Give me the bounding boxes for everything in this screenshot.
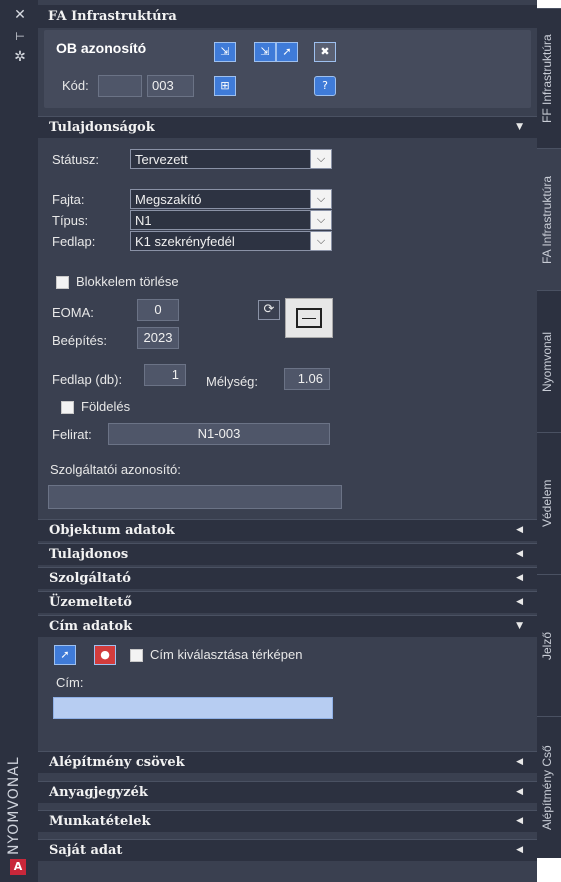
cim-field[interactable] [53, 697, 333, 719]
fedlap-label: Fedlap: [52, 234, 96, 249]
tab-alepitmeny-cso[interactable]: Alépítmény Cső [537, 716, 561, 858]
ob-user-icon[interactable]: ⇲ [254, 42, 276, 62]
cim-map-label: Cím kiválasztása térképen [150, 647, 303, 662]
cim-label: Cím: [56, 675, 84, 690]
chevron-down-icon: ⌵ [310, 211, 331, 229]
eoma-label: EOMA: [52, 305, 94, 320]
beepites-field[interactable]: 2023 [137, 327, 179, 349]
chevron-down-icon: ⌵ [310, 150, 331, 168]
melyseg-field[interactable]: 1.06 [284, 368, 330, 390]
fedlap-dropdown[interactable]: K1 szekrényfedél ⌵ [130, 231, 332, 251]
section-objektum-adatok[interactable]: Objektum adatok ◀ [38, 519, 537, 541]
autocad-logo-icon: A [10, 859, 26, 875]
chevron-left-icon: ◀ [516, 845, 523, 855]
ob-select-icon[interactable]: ➚ [276, 42, 298, 62]
section-munkatetelek[interactable]: Munkatételek ◀ [38, 810, 537, 832]
pin-icon[interactable]: ⊢ [12, 30, 28, 44]
section-uzemelteto[interactable]: Üzemeltető ◀ [38, 591, 537, 613]
foldeles-label: Földelés [81, 399, 131, 414]
beepites-label: Beépítés: [52, 333, 107, 348]
gear-icon[interactable]: ✲ [12, 50, 28, 64]
blokkelem-label: Blokkelem törlése [76, 274, 179, 289]
statusz-label: Státusz: [52, 152, 99, 167]
tab-ff-infrastruktura[interactable]: FF Infrastruktúra [537, 8, 561, 148]
chevron-left-icon: ◀ [516, 597, 523, 607]
section-cim-adatok[interactable]: Cím adatok ▼ [38, 615, 537, 637]
foldeles-checkbox[interactable] [61, 401, 74, 414]
chevron-left-icon: ◀ [516, 757, 523, 767]
chevron-left-icon: ◀ [516, 525, 523, 535]
close-icon[interactable]: ✕ [12, 8, 28, 22]
symbol-preview-icon [296, 308, 322, 328]
blokkelem-checkbox[interactable] [56, 276, 69, 289]
section-anyagjegyzek[interactable]: Anyagjegyzék ◀ [38, 781, 537, 803]
tipus-dropdown[interactable]: N1 ⌵ [130, 210, 332, 230]
ob-block: OB azonosító ⇲ ⇲ ➚ ✖ Kód: 003 ⊞ ? [44, 30, 531, 108]
refresh-icon[interactable]: ⟳ [258, 300, 280, 320]
ob-label: OB azonosító [56, 40, 147, 56]
left-toolbar: ✕ ⊢ ✲ NYOMVONAL A [0, 0, 38, 882]
kod-prefix-field[interactable] [98, 75, 142, 97]
statusz-dropdown[interactable]: Tervezett ⌵ [130, 149, 332, 169]
section-alepitmeny-csovek[interactable]: Alépítmény csövek ◀ [38, 751, 537, 773]
fajta-dropdown[interactable]: Megszakító ⌵ [130, 189, 332, 209]
kod-value-field[interactable]: 003 [147, 75, 194, 97]
right-tab-strip: FF Infrastruktúra FA Infrastruktúra Nyom… [537, 0, 561, 882]
section-szolgaltato[interactable]: Szolgáltató ◀ [38, 567, 537, 589]
tipus-label: Típus: [52, 213, 89, 228]
chevron-down-icon: ▼ [516, 122, 523, 132]
chevron-down-icon: ⌵ [310, 232, 331, 250]
help-icon[interactable]: ? [314, 76, 336, 96]
chevron-left-icon: ◀ [516, 549, 523, 559]
szolgaltatoi-azonosito-label: Szolgáltatói azonosító: [50, 462, 181, 477]
symbol-preview-button[interactable] [285, 298, 333, 338]
section-tulajdonos[interactable]: Tulajdonos ◀ [38, 543, 537, 565]
properties-panel: FA Infrastruktúra OB azonosító ⇲ ⇲ ➚ ✖ K… [38, 0, 537, 882]
chevron-left-icon: ◀ [516, 787, 523, 797]
cim-delete-icon[interactable]: ● [94, 645, 116, 665]
szolgaltatoi-azonosito-field[interactable] [48, 485, 342, 509]
cim-map-checkbox[interactable] [130, 649, 143, 662]
chevron-down-icon: ▼ [516, 621, 523, 631]
ob-search-icon[interactable]: ⇲ [214, 42, 236, 62]
cim-select-icon[interactable]: ➚ [54, 645, 76, 665]
section-tulajdonsagok[interactable]: Tulajdonságok ▼ [38, 116, 537, 138]
tab-vedelem[interactable]: Védelem [537, 432, 561, 574]
panel-title: FA Infrastruktúra [48, 9, 177, 24]
tab-nyomvonal[interactable]: Nyomvonal [537, 290, 561, 432]
fajta-label: Fajta: [52, 192, 85, 207]
fedlap-db-label: Fedlap (db): [52, 372, 123, 387]
tab-fa-infrastruktura[interactable]: FA Infrastruktúra [537, 148, 561, 290]
fedlap-db-field[interactable]: 1 [144, 364, 186, 386]
tab-jelzo[interactable]: Jelző [537, 574, 561, 716]
generate-code-icon[interactable]: ⊞ [214, 76, 236, 96]
chevron-down-icon: ⌵ [310, 190, 331, 208]
felirat-field[interactable]: N1-003 [108, 423, 330, 445]
palette-vertical-label: NYOMVONAL [6, 756, 22, 855]
kod-label: Kód: [62, 78, 89, 93]
eoma-field[interactable]: 0 [137, 299, 179, 321]
chevron-left-icon: ◀ [516, 573, 523, 583]
section-sajat-adat[interactable]: Saját adat ◀ [38, 839, 537, 861]
chevron-left-icon: ◀ [516, 816, 523, 826]
ob-delete-icon[interactable]: ✖ [314, 42, 336, 62]
melyseg-label: Mélység: [206, 374, 259, 389]
felirat-label: Felirat: [52, 427, 92, 442]
panel-title-bar: FA Infrastruktúra [38, 5, 537, 28]
